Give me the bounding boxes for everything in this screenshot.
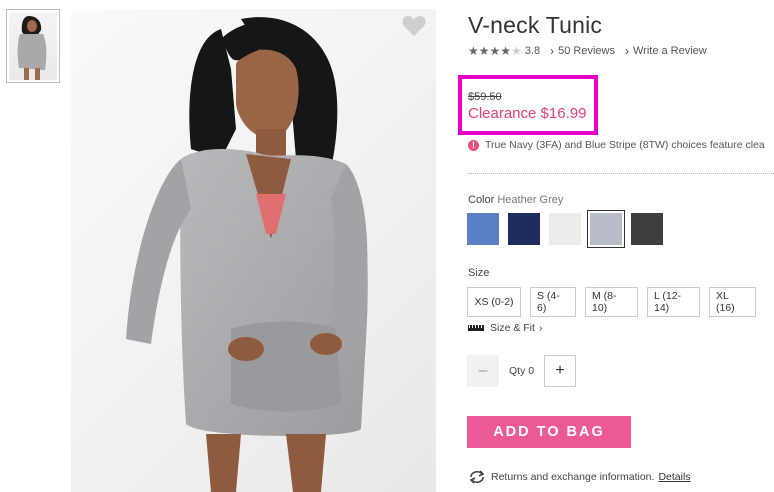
size-option-xs[interactable]: XS (0-2)	[467, 287, 521, 317]
clearance-price: Clearance $16.99	[468, 105, 587, 122]
color-label: Color Heather Grey	[468, 194, 563, 206]
color-swatch-white[interactable]	[549, 213, 581, 245]
chevron-right-icon: ›	[624, 44, 629, 58]
notice-text: True Navy (3FA) and Blue Stripe (8TW) ch…	[485, 139, 765, 151]
quantity-stepper: – Qty 0 +	[467, 355, 577, 387]
stock-notice: ! True Navy (3FA) and Blue Stripe (8TW) …	[468, 139, 774, 151]
quantity-label: Qty 0	[509, 365, 535, 377]
favorite-heart-icon[interactable]	[402, 15, 426, 42]
alert-icon: !	[468, 139, 479, 151]
ruler-icon	[468, 325, 484, 331]
exchange-icon	[469, 470, 485, 484]
size-options: XS (0-2) S (4-6) M (8-10) L (12-14) XL (…	[467, 287, 765, 317]
size-option-m[interactable]: M (8-10)	[585, 287, 638, 317]
color-swatch-heather-grey[interactable]	[587, 210, 625, 248]
star-icon: ★	[500, 44, 512, 58]
size-fit-label: Size & Fit	[490, 322, 535, 334]
size-option-l[interactable]: L (12-14)	[647, 287, 700, 317]
color-swatch-blue[interactable]	[467, 213, 499, 245]
write-review-label: Write a Review	[632, 45, 707, 57]
size-option-xl[interactable]: XL (16)	[709, 287, 756, 317]
color-label-text: Color	[468, 194, 495, 206]
size-option-s[interactable]: S (4-6)	[530, 287, 576, 317]
quantity-decrease-button[interactable]: –	[467, 355, 499, 387]
reviews-link[interactable]: › 50 Reviews	[550, 44, 615, 58]
star-icon: ★	[478, 44, 490, 58]
divider	[468, 173, 774, 174]
color-swatches	[467, 210, 672, 248]
returns-details-link[interactable]: Details	[658, 471, 690, 483]
color-swatch-charcoal[interactable]	[631, 213, 663, 245]
thumbnail-image	[9, 12, 57, 80]
returns-text: Returns and exchange information.	[491, 471, 655, 483]
star-icon: ★	[489, 44, 501, 58]
reviews-link-label: 50 Reviews	[558, 45, 615, 57]
quantity-increase-button[interactable]: +	[544, 355, 577, 387]
product-main-image	[71, 9, 436, 492]
size-label: Size	[468, 267, 490, 279]
product-title: V-neck Tunic	[468, 12, 603, 38]
original-price: $59.50	[468, 91, 502, 103]
product-thumbnail[interactable]	[6, 9, 60, 83]
star-empty-icon: ★	[511, 44, 522, 58]
size-fit-link[interactable]: Size & Fit ›	[468, 322, 542, 334]
rating-stars: ★ ★ ★ ★ ★	[468, 45, 522, 57]
selected-color: Heather Grey	[497, 194, 564, 206]
color-swatch-navy[interactable]	[508, 213, 540, 245]
star-icon: ★	[468, 44, 479, 58]
rating-value: 3.8	[524, 45, 541, 57]
returns-info: Returns and exchange information. Detail…	[468, 470, 691, 484]
write-review-link[interactable]: › Write a Review	[625, 44, 707, 58]
rating-row: ★ ★ ★ ★ ★ 3.8 › 50 Reviews › Write a Rev…	[468, 44, 707, 58]
chevron-right-icon: ›	[550, 44, 555, 58]
chevron-right-icon: ›	[538, 322, 543, 334]
add-to-bag-button[interactable]: ADD TO BAG	[467, 416, 631, 448]
